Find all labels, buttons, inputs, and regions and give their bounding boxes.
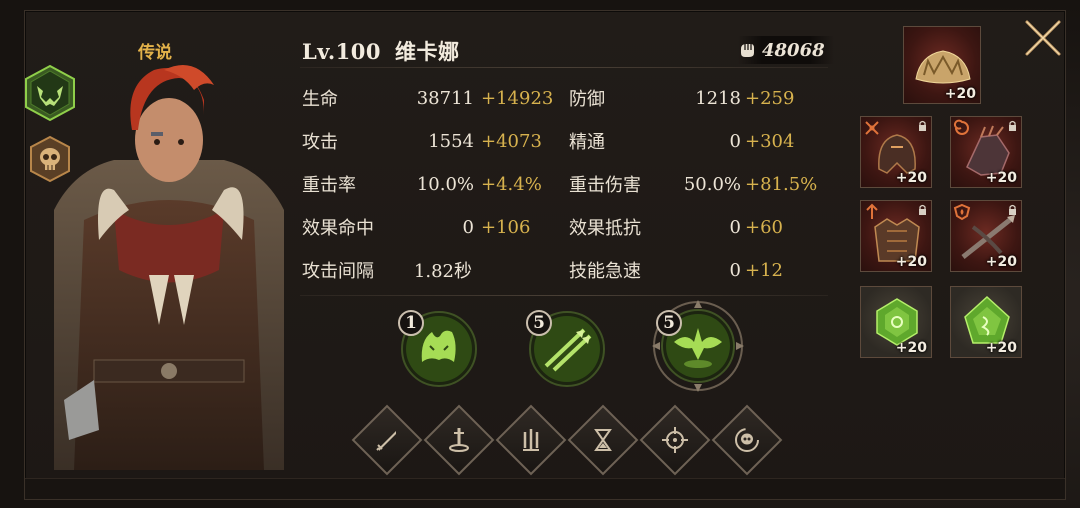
- equip-rune-1[interactable]: +20: [860, 286, 932, 358]
- stat-hp: 生命 38711: [302, 87, 474, 111]
- close-icon[interactable]: [1021, 16, 1065, 60]
- stat-atk-bonus: +4073: [481, 130, 542, 152]
- equip-helmet-level: +20: [895, 170, 927, 186]
- stat-effect-hit: 效果命中 0: [302, 216, 474, 240]
- stat-effect-hit-bonus: +106: [481, 216, 531, 238]
- hourglass-icon: [594, 429, 612, 451]
- sword-icon: [376, 431, 396, 451]
- stat-def: 防御 1218: [569, 87, 741, 111]
- equip-helmet[interactable]: +20: [860, 116, 932, 188]
- equip-armor[interactable]: +20: [860, 200, 932, 272]
- stat-def-bonus: +259: [745, 87, 795, 109]
- skull-swirl-icon: [735, 428, 759, 452]
- stat-skill-haste-bonus: +12: [745, 259, 783, 281]
- equip-weapon[interactable]: +20: [950, 200, 1022, 272]
- stat-crit-rate: 重击率 10.0%: [302, 173, 474, 197]
- stat-effect-resist: 效果抵抗 0: [569, 216, 741, 240]
- equip-gloves[interactable]: +20: [950, 116, 1022, 188]
- stat-skill-haste: 技能急速 0: [569, 259, 741, 283]
- stat-atk: 攻击 1554: [302, 130, 474, 154]
- crosshair-icon: [662, 427, 688, 453]
- hero-level: Lv.100: [302, 39, 382, 64]
- stat-mastery-bonus: +304: [745, 130, 795, 152]
- stat-attack-interval: 攻击间隔 1.82秒: [302, 261, 472, 282]
- combat-power: 48068: [738, 36, 834, 64]
- equip-crown[interactable]: +20: [903, 26, 981, 104]
- equip-gloves-level: +20: [985, 170, 1017, 186]
- equip-rune-2-level: +20: [985, 340, 1017, 356]
- stat-crit-damage-bonus: +81.5%: [745, 173, 818, 195]
- combat-power-value: 48068: [762, 39, 825, 61]
- stat-mastery: 精通 0: [569, 130, 741, 154]
- stat-crit-damage: 重击伤害 50.0%: [569, 173, 741, 197]
- equip-weapon-level: +20: [985, 254, 1017, 270]
- skill-3-rank: 5: [656, 310, 682, 336]
- stat-crit-rate-bonus: +4.4%: [481, 173, 542, 195]
- equip-rune-2[interactable]: +20: [950, 286, 1022, 358]
- divider-top: [300, 67, 828, 68]
- skill-2-rank: 5: [526, 310, 552, 336]
- sword-in-stone-icon: [449, 428, 469, 452]
- triple-blade-icon: [523, 429, 539, 451]
- equip-armor-level: +20: [895, 254, 927, 270]
- divider-bottom: [300, 295, 828, 296]
- equip-crown-level: +20: [944, 86, 976, 102]
- hero-title: Lv.100 维卡娜: [302, 36, 474, 66]
- stat-hp-bonus: +14923: [481, 87, 554, 109]
- hero-name: 维卡娜: [395, 39, 460, 64]
- equip-rune-1-level: +20: [895, 340, 927, 356]
- stat-effect-resist-bonus: +60: [745, 216, 783, 238]
- skill-1-rank: 1: [398, 310, 424, 336]
- fist-icon: [741, 44, 754, 57]
- hero-portrait: [54, 65, 284, 470]
